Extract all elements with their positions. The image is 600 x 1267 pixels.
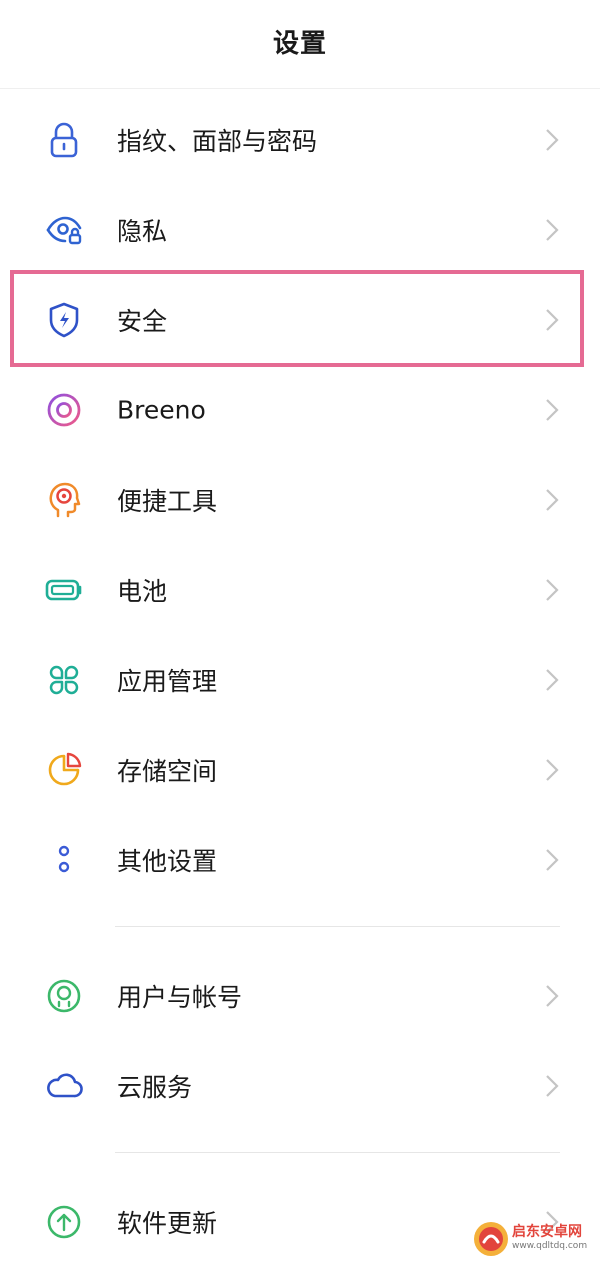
chevron-right-icon [543,306,561,334]
more-dots-icon [44,840,84,880]
settings-item-users-accounts[interactable]: 用户与帐号 [0,951,600,1041]
chevron-right-icon [543,666,561,694]
chevron-right-icon [543,756,561,784]
cloud-icon [44,1066,84,1106]
settings-item-label: 应用管理 [117,667,218,696]
storage-pie-icon [44,750,84,790]
settings-item-label: 隐私 [117,217,168,246]
title-bar: 设置 [0,0,600,89]
settings-item-label: 电池 [117,577,168,606]
settings-item-label: 存储空间 [117,757,218,786]
settings-item-label: 安全 [117,307,168,336]
battery-icon [44,570,84,610]
settings-item-label: Breeno [117,395,206,425]
shield-icon [44,300,84,340]
chevron-right-icon [543,1072,561,1100]
update-arrow-icon [44,1202,84,1242]
settings-item-label: 其他设置 [117,847,218,876]
chevron-right-icon [543,126,561,154]
settings-item-app-management[interactable]: 应用管理 [0,635,600,725]
head-tools-icon [44,480,84,520]
settings-item-breeno[interactable]: Breeno [0,365,600,455]
watermark-logo-icon [472,1220,510,1258]
chevron-right-icon [543,576,561,604]
watermark-title: 启东安卓网 [512,1224,582,1240]
settings-item-cloud-service[interactable]: 云服务 [0,1041,600,1131]
settings-item-storage[interactable]: 存储空间 [0,725,600,815]
settings-item-label: 云服务 [117,1073,193,1102]
watermark-url: www.qdltdq.com [512,1241,588,1251]
lock-icon [44,120,84,160]
section-divider [115,1152,560,1153]
chevron-right-icon [543,846,561,874]
breeno-icon [44,390,84,430]
chevron-right-icon [543,982,561,1010]
chevron-right-icon [543,216,561,244]
settings-item-label: 软件更新 [117,1209,218,1238]
apps-grid-icon [44,660,84,700]
section-divider [115,926,560,927]
settings-item-label: 指纹、面部与密码 [117,127,318,156]
chevron-right-icon [543,486,561,514]
settings-item-label: 用户与帐号 [117,983,243,1012]
settings-item-other-settings[interactable]: 其他设置 [0,815,600,905]
settings-item-privacy[interactable]: 隐私 [0,185,600,275]
privacy-eye-icon [44,210,84,250]
settings-item-security[interactable]: 安全 [0,275,600,365]
chevron-right-icon [543,396,561,424]
site-watermark: 启东安卓网 www.qdltdq.com [472,1218,600,1261]
user-icon [44,976,84,1016]
settings-item-label: 便捷工具 [117,487,218,516]
settings-item-convenience-tools[interactable]: 便捷工具 [0,455,600,545]
page-title: 设置 [272,28,327,59]
settings-item-battery[interactable]: 电池 [0,545,600,635]
settings-item-fingerprint-face-password[interactable]: 指纹、面部与密码 [0,95,600,185]
